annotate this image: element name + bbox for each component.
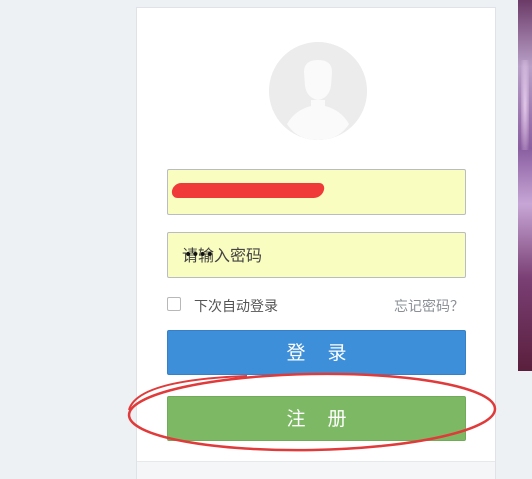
remember-row: 下次自动登录 忘记密码？ (167, 295, 466, 315)
password-field-container: •••• (167, 232, 466, 278)
username-field[interactable] (167, 169, 466, 215)
remember-label: 下次自动登录 (194, 299, 278, 315)
panel-footer (137, 461, 495, 479)
username-redaction (171, 183, 325, 198)
password-input[interactable] (168, 233, 465, 277)
login-button[interactable]: 登 录 (167, 330, 466, 375)
remember-checkbox[interactable] (167, 297, 181, 311)
register-button[interactable]: 注 册 (167, 396, 466, 441)
forgot-password-link[interactable]: 忘记密码？ (394, 296, 464, 316)
user-avatar-icon (269, 42, 367, 140)
background-photo-edge (518, 0, 532, 371)
login-panel: •••• 下次自动登录 忘记密码？ 登 录 注 册 (136, 7, 496, 479)
